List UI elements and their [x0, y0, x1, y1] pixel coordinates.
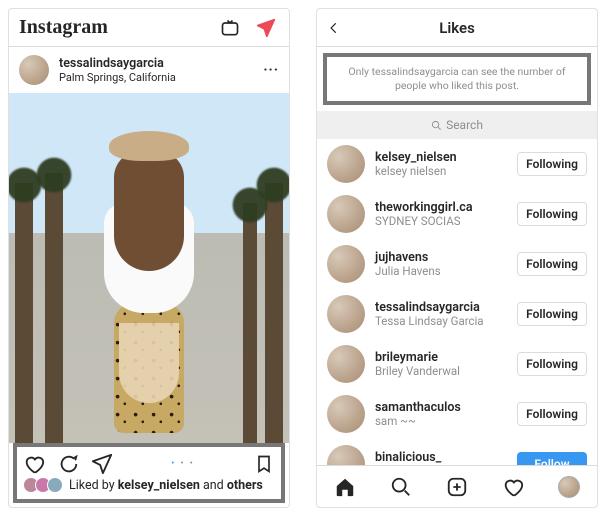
liker-display-name: sam ~~	[375, 415, 517, 429]
brand-logo: Instagram	[19, 16, 108, 39]
liker-avatar[interactable]	[327, 295, 365, 333]
direct-icon[interactable]	[255, 17, 277, 39]
following-button[interactable]: Following	[517, 202, 587, 226]
liker-mini-avatar	[47, 477, 63, 493]
comment-icon[interactable]	[57, 453, 79, 475]
following-button[interactable]: Following	[517, 302, 587, 326]
liker-row: binalicious_A L B I N AFollow	[317, 439, 597, 465]
liked-by-middle: and	[200, 478, 227, 493]
liker-username[interactable]: theworkinggirl.ca	[375, 200, 517, 215]
liked-by-row[interactable]: Liked by kelsey_nielsen and others	[23, 477, 275, 493]
liker-username[interactable]: binalicious_	[375, 450, 517, 465]
search-placeholder: Search	[446, 118, 483, 132]
following-button[interactable]: Following	[517, 152, 587, 176]
follow-button[interactable]: Follow	[517, 452, 587, 465]
liker-username[interactable]: kelsey_nielsen	[375, 150, 517, 165]
liker-username[interactable]: jujhavens	[375, 250, 517, 265]
liker-avatar[interactable]	[327, 445, 365, 465]
likes-pane: Likes Only tessalindsaygarcia can see th…	[316, 8, 598, 508]
liked-by-lead[interactable]: kelsey_nielsen	[118, 478, 200, 493]
back-icon[interactable]	[327, 18, 341, 38]
liker-avatar[interactable]	[327, 345, 365, 383]
tab-bar	[317, 465, 597, 507]
liker-display-name: Tessa Lindsay Garcia	[375, 315, 517, 329]
post-actions-highlight: • • • Liked by kelsey_nielsen and others	[13, 443, 285, 503]
author-username[interactable]: tessalindsaygarcia	[59, 56, 263, 71]
liker-username[interactable]: tessalindsaygarcia	[375, 300, 517, 315]
following-button[interactable]: Following	[517, 252, 587, 276]
liker-display-name: kelsey nielsen	[375, 165, 517, 179]
tab-activity-icon[interactable]	[502, 476, 524, 498]
liker-username[interactable]: brileymarie	[375, 350, 517, 365]
visibility-notice: Only tessalindsaygarcia can see the numb…	[323, 53, 591, 105]
like-icon[interactable]	[23, 453, 45, 475]
likers-list: kelsey_nielsenkelsey nielsenFollowingthe…	[317, 139, 597, 465]
liker-row: theworkinggirl.caSYDNEY SOCIASFollowing	[317, 189, 597, 239]
liker-row: tessalindsaygarciaTessa Lindsay GarciaFo…	[317, 289, 597, 339]
liker-avatar[interactable]	[327, 145, 365, 183]
liker-display-name: Julia Havens	[375, 265, 517, 279]
following-button[interactable]: Following	[517, 352, 587, 376]
tab-profile-avatar[interactable]	[558, 476, 580, 498]
liker-avatar[interactable]	[327, 195, 365, 233]
liked-by-others[interactable]: others	[227, 478, 263, 493]
post-photo[interactable]	[9, 93, 289, 443]
share-icon[interactable]	[91, 453, 113, 475]
liker-username[interactable]: samanthaculos	[375, 400, 517, 415]
tab-add-icon[interactable]	[446, 476, 468, 498]
liker-display-name: Briley Vanderwal	[375, 365, 517, 379]
liker-avatar[interactable]	[327, 395, 365, 433]
feed-pane: Instagram tessalindsaygarcia Palm Spring…	[8, 8, 290, 508]
liker-row: jujhavensJulia HavensFollowing	[317, 239, 597, 289]
author-avatar[interactable]	[19, 55, 49, 85]
tab-search-icon[interactable]	[390, 476, 412, 498]
post-header: tessalindsaygarcia Palm Springs, Califor…	[9, 47, 289, 93]
search-input[interactable]: Search	[317, 111, 597, 139]
liker-avatar[interactable]	[327, 245, 365, 283]
save-icon[interactable]	[253, 453, 275, 475]
feed-header: Instagram	[9, 9, 289, 47]
liker-row: kelsey_nielsenkelsey nielsenFollowing	[317, 139, 597, 189]
following-button[interactable]: Following	[517, 402, 587, 426]
post-more-icon[interactable]: ···	[263, 62, 279, 78]
liker-row: brileymarieBriley VanderwalFollowing	[317, 339, 597, 389]
igtv-icon[interactable]	[219, 17, 241, 39]
likes-header: Likes	[317, 9, 597, 47]
liker-display-name: SYDNEY SOCIAS	[375, 215, 517, 229]
post-location[interactable]: Palm Springs, California	[59, 71, 263, 84]
likes-title: Likes	[439, 19, 475, 37]
carousel-dots: • • •	[113, 459, 253, 469]
liker-row: samanthaculossam ~~Following	[317, 389, 597, 439]
tab-home-icon[interactable]	[334, 476, 356, 498]
liked-by-prefix: Liked by	[69, 478, 118, 493]
